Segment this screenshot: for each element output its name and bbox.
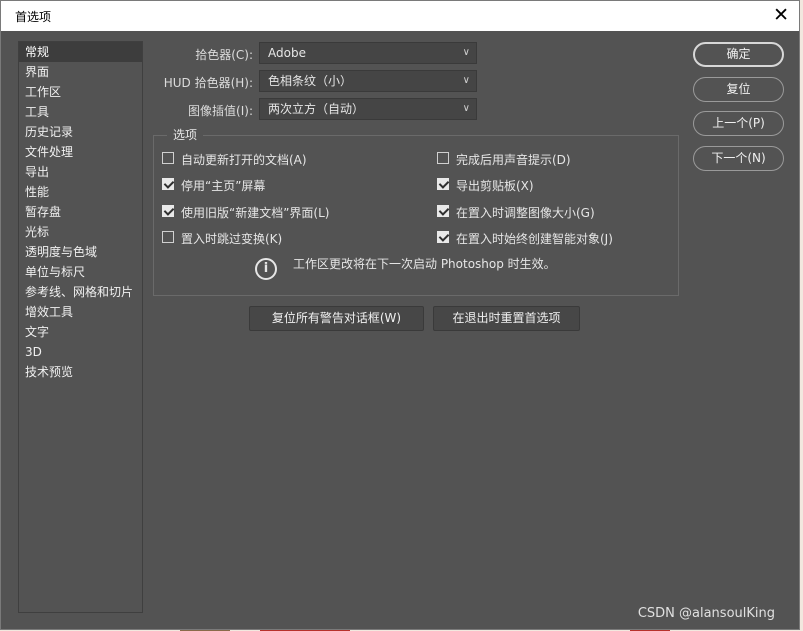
color-picker-label: 拾色器(C): <box>195 48 253 62</box>
reset-button[interactable]: 复位 <box>693 77 784 102</box>
sidebar-item-3d[interactable]: 3D <box>19 342 142 362</box>
sidebar-item-tools[interactable]: 工具 <box>19 102 142 122</box>
disable-home-screen-checkbox[interactable] <box>162 178 174 190</box>
sidebar-item-interface[interactable]: 界面 <box>19 62 142 82</box>
always-smart-object-label: 在置入时始终创建智能对象(J) <box>456 232 613 246</box>
title-bar: 首选项 ✕ <box>1 1 799 31</box>
chevron-down-icon: ∨ <box>462 47 470 58</box>
info-icon: i <box>255 258 277 280</box>
sidebar-item-workspace[interactable]: 工作区 <box>19 82 142 102</box>
sidebar-item-scratch-disks[interactable]: 暂存盘 <box>19 202 142 222</box>
preferences-dialog: 首选项 ✕ 常规 界面 工作区 工具 历史记录 文件处理 导出 性能 暂存盘 光… <box>0 0 800 630</box>
skip-transform-label: 置入时跳过变换(K) <box>181 232 283 246</box>
window-title: 首选项 <box>15 10 52 24</box>
color-picker-select[interactable]: Adobe ∨ <box>259 42 477 64</box>
beep-when-done-checkbox[interactable] <box>437 152 449 164</box>
preferences-sidebar: 常规 界面 工作区 工具 历史记录 文件处理 导出 性能 暂存盘 光标 透明度与… <box>18 41 143 613</box>
chevron-down-icon: ∨ <box>462 103 470 114</box>
sidebar-item-type[interactable]: 文字 <box>19 322 142 342</box>
watermark: CSDN @alansoulKing <box>637 606 775 621</box>
reset-warnings-button[interactable]: 复位所有警告对话框(W) <box>249 306 424 331</box>
image-interpolation-label: 图像插值(I): <box>188 104 253 118</box>
sidebar-item-plugins[interactable]: 增效工具 <box>19 302 142 322</box>
ok-button[interactable]: 确定 <box>693 42 784 67</box>
sidebar-item-history[interactable]: 历史记录 <box>19 122 142 142</box>
disable-home-screen-label: 停用“主页”屏幕 <box>181 179 266 193</box>
resize-on-place-checkbox[interactable] <box>437 205 449 217</box>
sidebar-item-cursors[interactable]: 光标 <box>19 222 142 242</box>
chevron-down-icon: ∨ <box>462 75 470 86</box>
image-interpolation-select[interactable]: 两次立方（自动） ∨ <box>259 98 477 120</box>
sidebar-item-guides-grid[interactable]: 参考线、网格和切片 <box>19 282 142 302</box>
sidebar-item-tech-previews[interactable]: 技术预览 <box>19 362 142 382</box>
next-button[interactable]: 下一个(N) <box>693 146 784 171</box>
legacy-new-doc-label: 使用旧版“新建文档”界面(L) <box>181 206 330 220</box>
hud-color-picker-value: 色相条纹（小） <box>268 74 353 88</box>
sidebar-item-file-handling[interactable]: 文件处理 <box>19 142 142 162</box>
color-picker-value: Adobe <box>268 46 306 60</box>
legacy-new-doc-checkbox[interactable] <box>162 205 174 217</box>
sidebar-item-units-rulers[interactable]: 单位与标尺 <box>19 262 142 282</box>
sidebar-item-performance[interactable]: 性能 <box>19 182 142 202</box>
sidebar-item-export[interactable]: 导出 <box>19 162 142 182</box>
image-interpolation-value: 两次立方（自动） <box>268 102 365 116</box>
sidebar-item-general[interactable]: 常规 <box>19 42 142 62</box>
hud-color-picker-select[interactable]: 色相条纹（小） ∨ <box>259 70 477 92</box>
options-group-title: 选项 <box>167 126 204 143</box>
auto-update-docs-checkbox[interactable] <box>162 152 174 164</box>
reset-prefs-on-quit-button[interactable]: 在退出时重置首选项 <box>433 306 580 331</box>
always-smart-object-checkbox[interactable] <box>437 231 449 243</box>
hud-color-picker-label: HUD 拾色器(H): <box>163 76 253 90</box>
previous-button[interactable]: 上一个(P) <box>693 111 784 136</box>
auto-update-docs-label: 自动更新打开的文档(A) <box>181 153 307 167</box>
beep-when-done-label: 完成后用声音提示(D) <box>456 153 571 167</box>
skip-transform-checkbox[interactable] <box>162 231 174 243</box>
export-clipboard-label: 导出剪贴板(X) <box>456 179 534 193</box>
sidebar-item-transparency[interactable]: 透明度与色域 <box>19 242 142 262</box>
resize-on-place-label: 在置入时调整图像大小(G) <box>456 206 595 220</box>
close-icon[interactable]: ✕ <box>773 4 789 26</box>
export-clipboard-checkbox[interactable] <box>437 178 449 190</box>
restart-notice: 工作区更改将在下一次启动 Photoshop 时生效。 <box>293 257 556 271</box>
